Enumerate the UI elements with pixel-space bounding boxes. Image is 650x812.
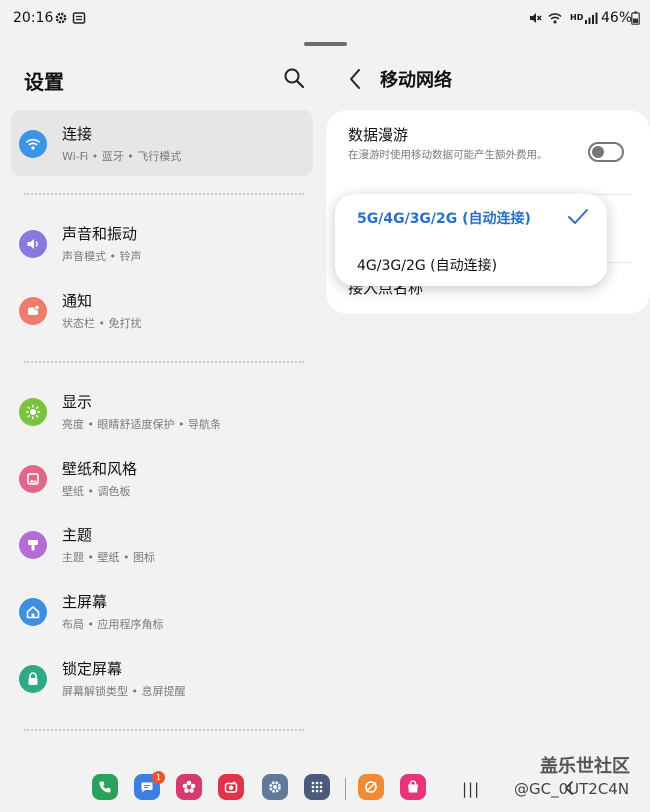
section-divider: [24, 729, 304, 731]
settings-gear-icon: [55, 12, 67, 24]
screen: 20:16 HD 46% 设置 连接 Wi-Fi • 蓝牙 • 飞行模式 声音和…: [0, 0, 650, 812]
settings-item-title: 通知: [62, 292, 93, 310]
notification-icon: [72, 12, 86, 24]
home-icon: [19, 598, 47, 626]
back-arrow-icon[interactable]: [344, 66, 368, 92]
settings-item-wallpaper[interactable]: 壁纸和风格 壁纸 • 调色板: [11, 445, 313, 511]
sun-icon: [19, 398, 47, 426]
settings-item-title: 连接: [62, 125, 93, 143]
section-divider: [24, 193, 304, 195]
settings-icon[interactable]: [262, 774, 288, 800]
brush-icon: [19, 531, 47, 559]
bell-icon: [19, 297, 47, 325]
recents-button[interactable]: |||: [462, 780, 480, 798]
section-divider: [24, 361, 304, 363]
settings-item-notifications[interactable]: 通知 状态栏 • 免打扰: [11, 277, 313, 343]
settings-item-subtitle: 亮度 • 眼睛舒适度保护 • 导航条: [62, 418, 221, 431]
battery-percentage: 46%: [601, 10, 633, 26]
messages-badge: 1: [152, 771, 165, 784]
settings-item-title: 声音和振动: [62, 225, 138, 243]
status-time: 20:16: [13, 10, 54, 26]
battery-icon: [631, 11, 640, 25]
settings-item-home-screen[interactable]: 主屏幕 布局 • 应用程序角标: [11, 578, 313, 644]
lock-icon: [19, 665, 47, 693]
network-type-label: HD: [570, 13, 584, 22]
check-icon: [568, 209, 588, 224]
gallery-icon[interactable]: [176, 774, 202, 800]
network-mode-option-4g[interactable]: 4G/3G/2G (自动连接): [357, 255, 497, 275]
settings-item-title: 锁定屏幕: [62, 660, 123, 678]
network-mode-option-5g[interactable]: 5G/4G/3G/2G (自动连接): [357, 208, 531, 228]
network-mode-popup: 5G/4G/3G/2G (自动连接) 4G/3G/2G (自动连接): [335, 194, 607, 286]
watermark-text: 盖乐世社区: [540, 756, 630, 777]
settings-item-title: 主屏幕: [62, 593, 108, 611]
app-drawer-icon[interactable]: [304, 774, 330, 800]
settings-item-sound[interactable]: 声音和振动 声音模式 • 铃声: [11, 210, 313, 276]
pane-drag-handle[interactable]: [304, 42, 347, 46]
settings-item-subtitle: Wi-Fi • 蓝牙 • 飞行模式: [62, 150, 182, 163]
toggle-knob: [592, 146, 604, 158]
mobile-network-title: 移动网络: [380, 70, 452, 91]
settings-item-themes[interactable]: 主题 主题 • 壁纸 • 图标: [11, 511, 313, 577]
dock-separator: [345, 778, 346, 800]
camera-icon[interactable]: [218, 774, 244, 800]
search-icon[interactable]: [282, 66, 306, 90]
data-roaming-description: 在漫游时使用移动数据可能产生额外费用。: [348, 149, 548, 161]
settings-item-subtitle: 布局 • 应用程序角标: [62, 618, 164, 631]
settings-item-subtitle: 状态栏 • 免打扰: [62, 317, 142, 330]
mute-icon: [530, 13, 542, 23]
settings-item-subtitle: 屏幕解锁类型 • 息屏提醒: [62, 685, 186, 698]
settings-item-title: 主题: [62, 526, 93, 544]
wifi-status-icon: [548, 13, 562, 24]
picture-icon: [19, 465, 47, 493]
browser-icon[interactable]: [358, 774, 384, 800]
data-roaming-toggle[interactable]: [588, 142, 624, 162]
settings-item-subtitle: 主题 • 壁纸 • 图标: [62, 551, 155, 564]
store-icon[interactable]: [400, 774, 426, 800]
settings-item-title: 壁纸和风格: [62, 460, 138, 478]
speaker-icon: [19, 230, 47, 258]
wifi-icon: [19, 130, 47, 158]
watermark-handle: @GC_0UT2C4N: [514, 780, 630, 798]
settings-item-title: 显示: [62, 393, 93, 411]
status-bar: 20:16 HD 46%: [0, 0, 650, 38]
settings-item-subtitle: 壁纸 • 调色板: [62, 485, 131, 498]
settings-title: 设置: [24, 70, 64, 94]
signal-icon: [585, 12, 598, 24]
settings-item-connections[interactable]: 连接 Wi-Fi • 蓝牙 • 飞行模式: [11, 110, 313, 176]
settings-item-display[interactable]: 显示 亮度 • 眼睛舒适度保护 • 导航条: [11, 378, 313, 444]
data-roaming-title: 数据漫游: [348, 126, 409, 144]
phone-icon[interactable]: [92, 774, 118, 800]
settings-item-lock-screen[interactable]: 锁定屏幕 屏幕解锁类型 • 息屏提醒: [11, 645, 313, 711]
settings-item-subtitle: 声音模式 • 铃声: [62, 250, 142, 263]
